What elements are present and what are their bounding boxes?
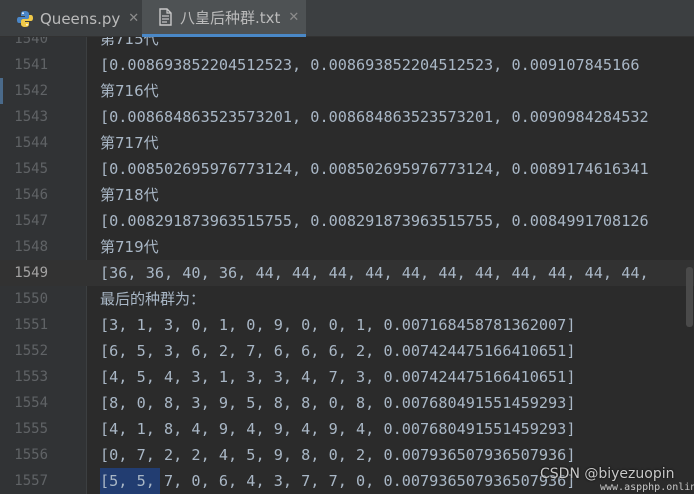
- line-text: [36, 36, 40, 36, 44, 44, 44, 44, 44, 44,…: [100, 264, 649, 282]
- text-file-icon: [156, 8, 174, 26]
- line-text: [0, 7, 2, 2, 4, 5, 9, 8, 0, 2, 0.0079365…: [100, 446, 576, 464]
- line-number: 1553: [14, 369, 48, 385]
- python-file-icon: [16, 10, 34, 28]
- tab-bar-empty-area: [306, 0, 694, 36]
- line-number: 1557: [14, 473, 48, 489]
- line-number: 1547: [14, 213, 48, 229]
- editor-line[interactable]: 1541 [0.008693852204512523, 0.00869385220…: [0, 52, 694, 78]
- editor-line[interactable]: 1544 第717代: [0, 130, 694, 156]
- watermark: CSDN @biyezuopin: [540, 466, 675, 482]
- line-text: 第715代: [100, 37, 159, 48]
- line-number: 1550: [14, 291, 48, 307]
- line-text: [3, 1, 3, 0, 1, 0, 9, 0, 0, 1, 0.0071684…: [100, 316, 576, 334]
- editor-line[interactable]: 1551 [3, 1, 3, 0, 1, 0, 9, 0, 0, 1, 0.007…: [0, 312, 694, 338]
- editor-line[interactable]: 1543 [0.008684863523573201, 0.00868486352…: [0, 104, 694, 130]
- line-text: 第716代: [100, 82, 159, 100]
- editor-line[interactable]: 1554 [8, 0, 8, 3, 9, 5, 8, 8, 0, 8, 0.007…: [0, 390, 694, 416]
- line-text: 第719代: [100, 238, 159, 256]
- editor-line[interactable]: 1550 最后的种群为：: [0, 286, 694, 312]
- line-number: 1552: [14, 343, 48, 359]
- watermark-site: www.aspphp.online: [600, 482, 694, 493]
- line-text: 最后的种群为：: [100, 290, 206, 308]
- tab-population-label: 八皇后种群.txt: [180, 8, 281, 27]
- line-number: 1555: [14, 421, 48, 437]
- editor-line[interactable]: 1540 第715代: [0, 37, 694, 52]
- close-icon[interactable]: ✕: [128, 11, 139, 26]
- line-number: 1556: [14, 447, 48, 463]
- line-text: [0.008291873963515755, 0.008291873963515…: [100, 212, 649, 230]
- tab-queens-label: Queens.py: [40, 9, 121, 28]
- tab-population-txt[interactable]: 八皇后种群.txt ✕: [142, 0, 306, 37]
- line-number: 1544: [14, 135, 48, 151]
- editor-line[interactable]: 1553 [4, 5, 4, 3, 1, 3, 3, 4, 7, 3, 0.007…: [0, 364, 694, 390]
- editor-line[interactable]: 1546 第718代: [0, 182, 694, 208]
- editor-line[interactable]: 1548 第719代: [0, 234, 694, 260]
- editor-line[interactable]: 1547 [0.008291873963515755, 0.00829187396…: [0, 208, 694, 234]
- editor-line[interactable]: 1555 [4, 1, 8, 4, 9, 4, 9, 4, 9, 4, 0.007…: [0, 416, 694, 442]
- scrollbar-thumb[interactable]: [686, 267, 693, 327]
- line-text: [6, 5, 3, 6, 2, 7, 6, 6, 6, 2, 0.0074244…: [100, 342, 576, 360]
- text-editor[interactable]: 1540 第715代 1541 [0.008693852204512523, 0.00…: [0, 37, 694, 494]
- editor-line[interactable]: 1542 第716代: [0, 78, 694, 104]
- close-icon[interactable]: ✕: [288, 10, 299, 25]
- line-text: [4, 5, 4, 3, 1, 3, 3, 4, 7, 3, 0.0074244…: [100, 368, 576, 386]
- line-number: 1541: [14, 57, 48, 73]
- editor-line[interactable]: 1556 [0, 7, 2, 2, 4, 5, 9, 8, 0, 2, 0.007…: [0, 442, 694, 468]
- line-text: 第717代: [100, 134, 159, 152]
- editor-line[interactable]: 1545 [0.008502695976773124, 0.00850269597…: [0, 156, 694, 182]
- line-text: [4, 1, 8, 4, 9, 4, 9, 4, 9, 4, 0.0076804…: [100, 420, 576, 438]
- tab-queens-py[interactable]: Queens.py ✕: [0, 0, 142, 37]
- line-text: [0.008693852204512523, 0.008693852204512…: [100, 56, 640, 74]
- line-number: 1540: [14, 37, 48, 47]
- line-number: 1543: [14, 109, 48, 125]
- line-text: [5, 5, 7, 0, 6, 4, 3, 7, 7, 0, 0.0079365…: [100, 472, 576, 490]
- line-text: 第718代: [100, 186, 159, 204]
- line-number: 1548: [14, 239, 48, 255]
- line-number: 1542: [14, 83, 48, 99]
- editor-tab-bar: Queens.py ✕ 八皇后种群.txt ✕: [0, 0, 694, 37]
- line-number: 1554: [14, 395, 48, 411]
- line-text: [8, 0, 8, 3, 9, 5, 8, 8, 0, 8, 0.0076804…: [100, 394, 576, 412]
- line-number: 1549: [14, 265, 48, 281]
- line-text: [0.008502695976773124, 0.008502695976773…: [100, 160, 649, 178]
- editor-line-current[interactable]: 1549 [36, 36, 40, 36, 44, 44, 44, 44, 44,…: [0, 260, 694, 286]
- line-text: [0.008684863523573201, 0.008684863523573…: [100, 108, 649, 126]
- line-number: 1551: [14, 317, 48, 333]
- vertical-scrollbar[interactable]: [684, 37, 694, 494]
- line-number: 1546: [14, 187, 48, 203]
- editor-line[interactable]: 1552 [6, 5, 3, 6, 2, 7, 6, 6, 6, 2, 0.007…: [0, 338, 694, 364]
- line-number: 1545: [14, 161, 48, 177]
